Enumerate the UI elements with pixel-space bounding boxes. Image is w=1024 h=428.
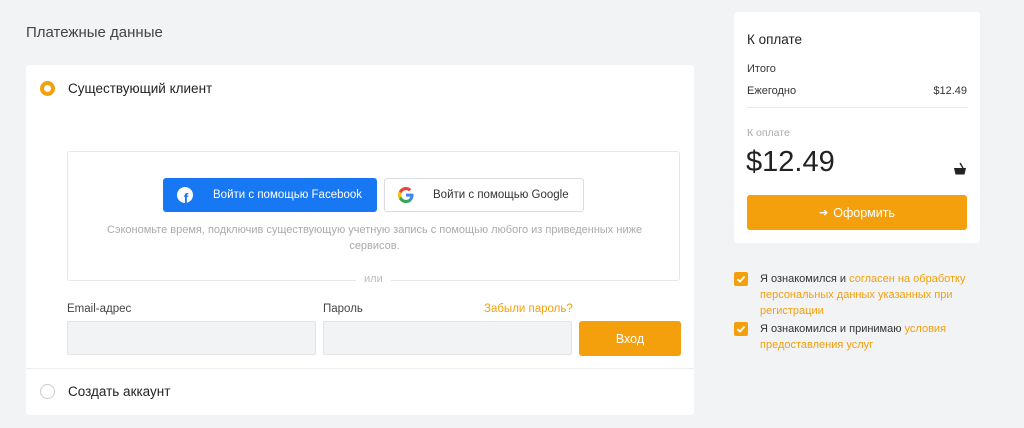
email-label: Email-адрес: [67, 303, 132, 315]
summary-divider: [747, 107, 967, 108]
checkmark-icon: [736, 275, 746, 283]
summary-yearly-label: Ежегодно: [747, 85, 797, 97]
facebook-login-button[interactable]: f Войти с помощью Facebook: [163, 178, 377, 212]
forgot-password-link[interactable]: Забыли пароль?: [484, 303, 573, 315]
summary-due-amount: $12.49: [746, 146, 835, 178]
page-title: Платежные данные: [26, 24, 163, 41]
checkout-label: Оформить: [833, 205, 895, 220]
summary-title: К оплате: [747, 32, 803, 47]
google-login-label: Войти с помощью Google: [433, 189, 569, 201]
google-login-button[interactable]: Войти с помощью Google: [384, 178, 584, 212]
facebook-icon: f: [177, 187, 193, 203]
or-separator: или: [356, 273, 391, 285]
payment-card: Существующий клиент f Войти с помощью Fa…: [26, 65, 694, 415]
email-input[interactable]: [67, 321, 316, 355]
consent-terms[interactable]: Я ознакомился и принимаю условия предост…: [734, 321, 988, 353]
basket-icon[interactable]: [953, 162, 967, 176]
create-account-label: Создать аккаунт: [68, 384, 171, 399]
password-label: Пароль: [323, 303, 363, 315]
summary-total-label: Итого: [747, 63, 776, 75]
consent-terms-checkbox[interactable]: [734, 322, 748, 336]
password-input[interactable]: [323, 321, 572, 355]
order-summary-card: К оплате Итого Ежегодно $12.49 К оплате …: [734, 12, 980, 243]
existing-client-label: Существующий клиент: [68, 81, 213, 96]
consent-data-processing[interactable]: Я ознакомился и согласен на обработку пе…: [734, 271, 988, 319]
checkout-button[interactable]: ➜ Оформить: [747, 195, 967, 230]
create-account-option[interactable]: Создать аккаунт: [40, 384, 170, 399]
social-login-box: f Войти с помощью Facebook Войти с помощ…: [67, 151, 680, 285]
checkmark-icon: [736, 325, 746, 333]
consent-terms-text: Я ознакомился и принимаю условия предост…: [760, 321, 988, 353]
consent-terms-prefix: Я ознакомился и принимаю: [760, 323, 905, 335]
existing-client-radio[interactable]: [40, 81, 55, 96]
summary-yearly-price: $12.49: [933, 85, 967, 97]
arrow-right-icon: ➜: [819, 207, 829, 219]
existing-client-option[interactable]: Существующий клиент: [40, 81, 212, 96]
create-account-radio[interactable]: [40, 384, 55, 399]
summary-due-label: К оплате: [747, 127, 790, 139]
google-icon: [398, 187, 414, 203]
consent-data-checkbox[interactable]: [734, 272, 748, 286]
login-button[interactable]: Вход: [579, 321, 681, 356]
consent-data-text: Я ознакомился и согласен на обработку пе…: [760, 271, 988, 319]
section-divider: [26, 368, 694, 369]
consent-data-prefix: Я ознакомился и: [760, 273, 850, 285]
facebook-login-label: Войти с помощью Facebook: [213, 189, 363, 201]
social-login-hint: Сэкономьте время, подключив существующую…: [106, 224, 643, 252]
